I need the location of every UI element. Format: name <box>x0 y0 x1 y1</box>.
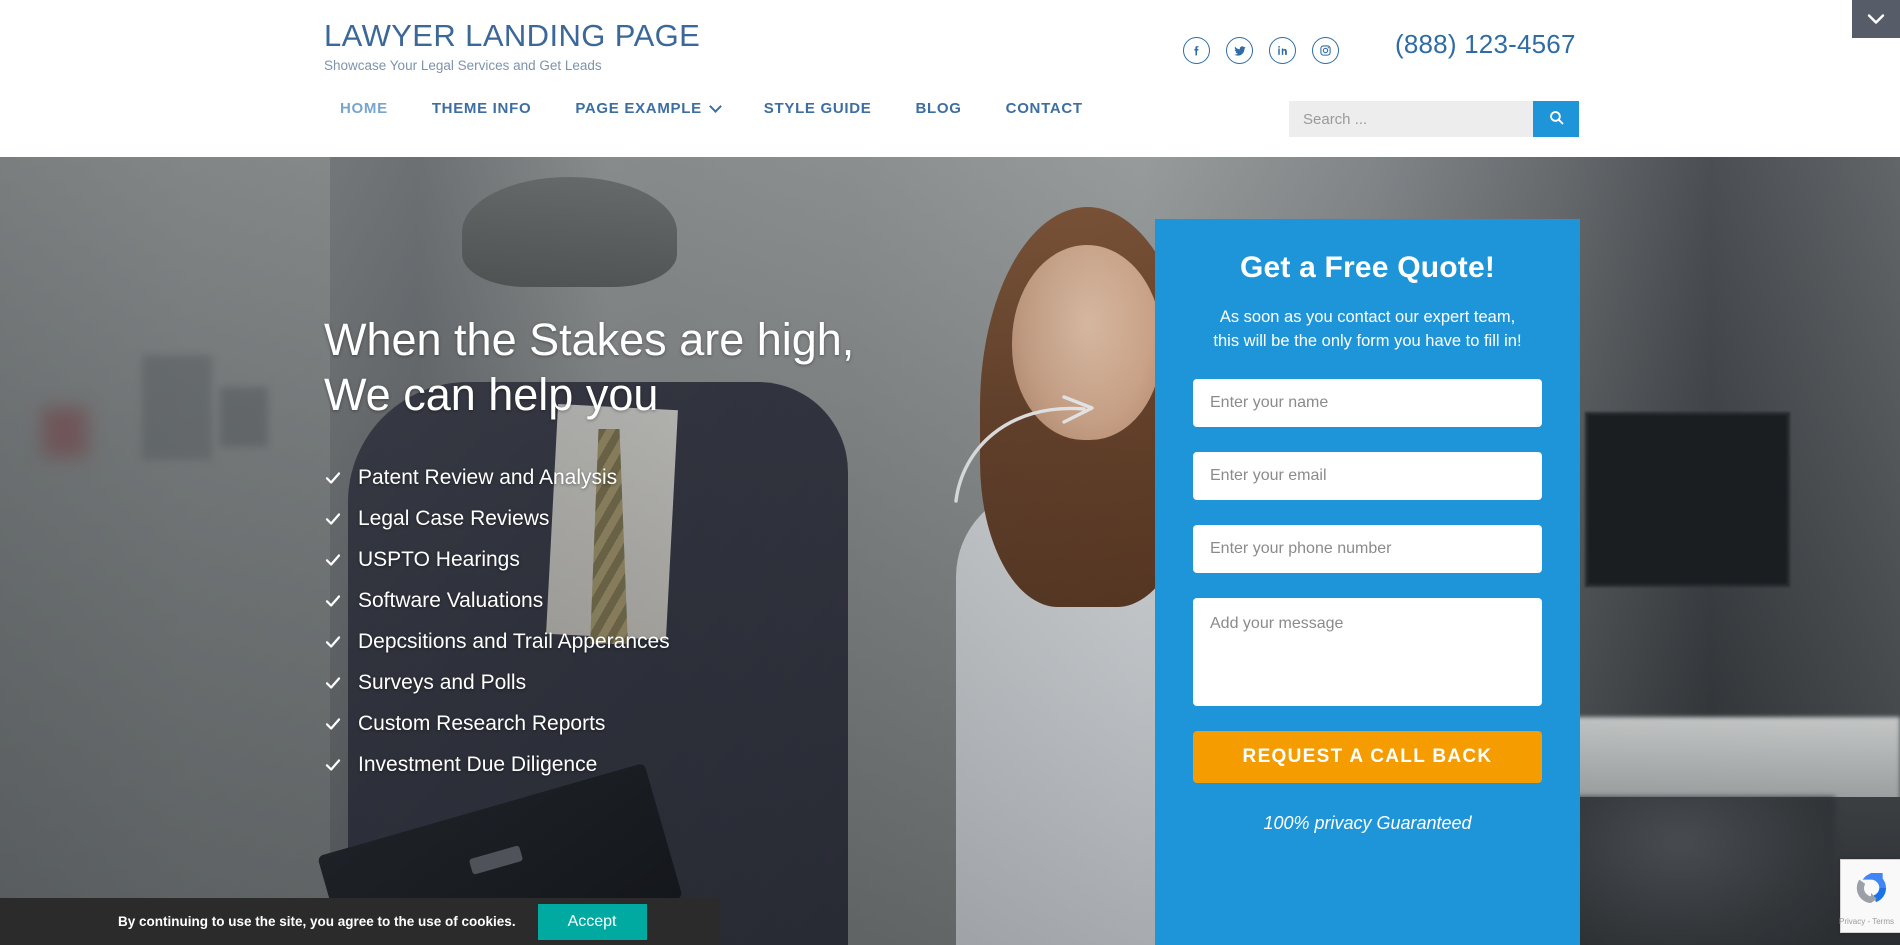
quote-form-panel: Get a Free Quote! As soon as you contact… <box>1155 219 1580 945</box>
check-icon <box>324 592 342 610</box>
hero-list-item: Depcsitions and Trail Apperances <box>324 630 1084 654</box>
site-header: LAWYER LANDING PAGE Showcase Your Legal … <box>0 0 1900 157</box>
site-tagline: Showcase Your Legal Services and Get Lea… <box>324 57 602 73</box>
lawyer-landing-page: LAWYER LANDING PAGE Showcase Your Legal … <box>0 0 1900 945</box>
hero-list-item: Software Valuations <box>324 589 1084 613</box>
check-icon <box>324 756 342 774</box>
twitter-icon[interactable] <box>1226 37 1253 64</box>
check-icon <box>324 633 342 651</box>
nav-label: STYLE GUIDE <box>763 100 872 117</box>
cookie-consent-text: By continuing to use the site, you agree… <box>118 914 516 929</box>
check-icon <box>324 715 342 733</box>
chevron-down-icon <box>711 102 720 111</box>
search-icon <box>1548 109 1565 129</box>
hero-list-label: USPTO Hearings <box>358 547 520 571</box>
request-call-back-button[interactable]: REQUEST A CALL BACK <box>1193 730 1542 783</box>
brand[interactable]: LAWYER LANDING PAGE Showcase Your Legal … <box>324 18 700 73</box>
nav-label: THEME INFO <box>431 100 532 117</box>
hero-list-label: Patent Review and Analysis <box>358 465 618 489</box>
check-icon <box>324 510 342 528</box>
hero-list-item: Surveys and Polls <box>324 671 1084 695</box>
hero-content: When the Stakes are high, We can help yo… <box>324 312 1084 794</box>
nav-label: PAGE EXAMPLE <box>575 100 702 117</box>
name-field[interactable] <box>1193 378 1542 427</box>
nav-label: HOME <box>340 100 388 117</box>
hero-list-item: Patent Review and Analysis <box>324 466 1084 490</box>
search-form <box>1289 101 1579 137</box>
cookie-consent-bar: By continuing to use the site, you agree… <box>0 898 720 945</box>
nav-item-blog[interactable]: BLOG <box>894 100 984 117</box>
check-icon <box>324 551 342 569</box>
email-field[interactable] <box>1193 451 1542 500</box>
hero-headline: When the Stakes are high, We can help yo… <box>324 314 855 421</box>
collapse-toolbar-button[interactable] <box>1852 0 1900 38</box>
linkedin-icon[interactable] <box>1269 37 1296 64</box>
instagram-icon[interactable] <box>1312 37 1339 64</box>
hero-list-item: USPTO Hearings <box>324 548 1084 572</box>
main-navigation: HOME THEME INFO PAGE EXAMPLE STYLE GUIDE… <box>318 100 1105 117</box>
nav-item-contact[interactable]: CONTACT <box>984 100 1105 117</box>
check-icon <box>324 469 342 487</box>
hero-section: When the Stakes are high, We can help yo… <box>0 157 1900 945</box>
recaptcha-badge[interactable]: Privacy - Terms <box>1839 859 1900 933</box>
message-field[interactable] <box>1193 597 1542 706</box>
nav-label: BLOG <box>915 100 962 117</box>
quote-form-title: Get a Free Quote! <box>1239 251 1496 284</box>
hero-list-label: Investment Due Diligence <box>358 752 598 776</box>
quote-form-subtitle: As soon as you contact our expert team, … <box>1213 308 1522 350</box>
hero-list-label: Surveys and Polls <box>358 670 527 694</box>
nav-item-theme-info[interactable]: THEME INFO <box>410 100 554 117</box>
facebook-icon[interactable] <box>1183 37 1210 64</box>
privacy-note: 100% privacy Guaranteed <box>1263 812 1472 833</box>
hero-list-item: Legal Case Reviews <box>324 507 1084 531</box>
hero-list-label: Software Valuations <box>358 588 544 612</box>
hero-list-item: Custom Research Reports <box>324 712 1084 736</box>
nav-item-home[interactable]: HOME <box>318 100 410 117</box>
social-links <box>1183 37 1339 64</box>
nav-label: CONTACT <box>1005 100 1083 117</box>
recaptcha-legal-text[interactable]: Privacy - Terms <box>1839 917 1894 926</box>
hero-list-item: Investment Due Diligence <box>324 753 1084 777</box>
search-button[interactable] <box>1533 101 1579 137</box>
hero-list-label: Depcsitions and Trail Apperances <box>358 629 670 653</box>
nav-item-page-example[interactable]: PAGE EXAMPLE <box>553 100 741 117</box>
search-input[interactable] <box>1289 101 1533 137</box>
nav-item-style-guide[interactable]: STYLE GUIDE <box>742 100 894 117</box>
hero-services-list: Patent Review and Analysis Legal Case Re… <box>324 466 1084 777</box>
chevron-down-icon <box>1865 12 1887 26</box>
recaptcha-icon <box>1851 868 1891 913</box>
hero-list-label: Legal Case Reviews <box>358 506 550 530</box>
check-icon <box>324 674 342 692</box>
phone-field[interactable] <box>1193 524 1542 573</box>
site-title: LAWYER LANDING PAGE <box>324 18 701 53</box>
phone-number[interactable]: (888) 123-4567 <box>1395 29 1576 60</box>
hero-list-label: Custom Research Reports <box>358 711 606 735</box>
cookie-accept-button[interactable]: Accept <box>537 903 647 940</box>
